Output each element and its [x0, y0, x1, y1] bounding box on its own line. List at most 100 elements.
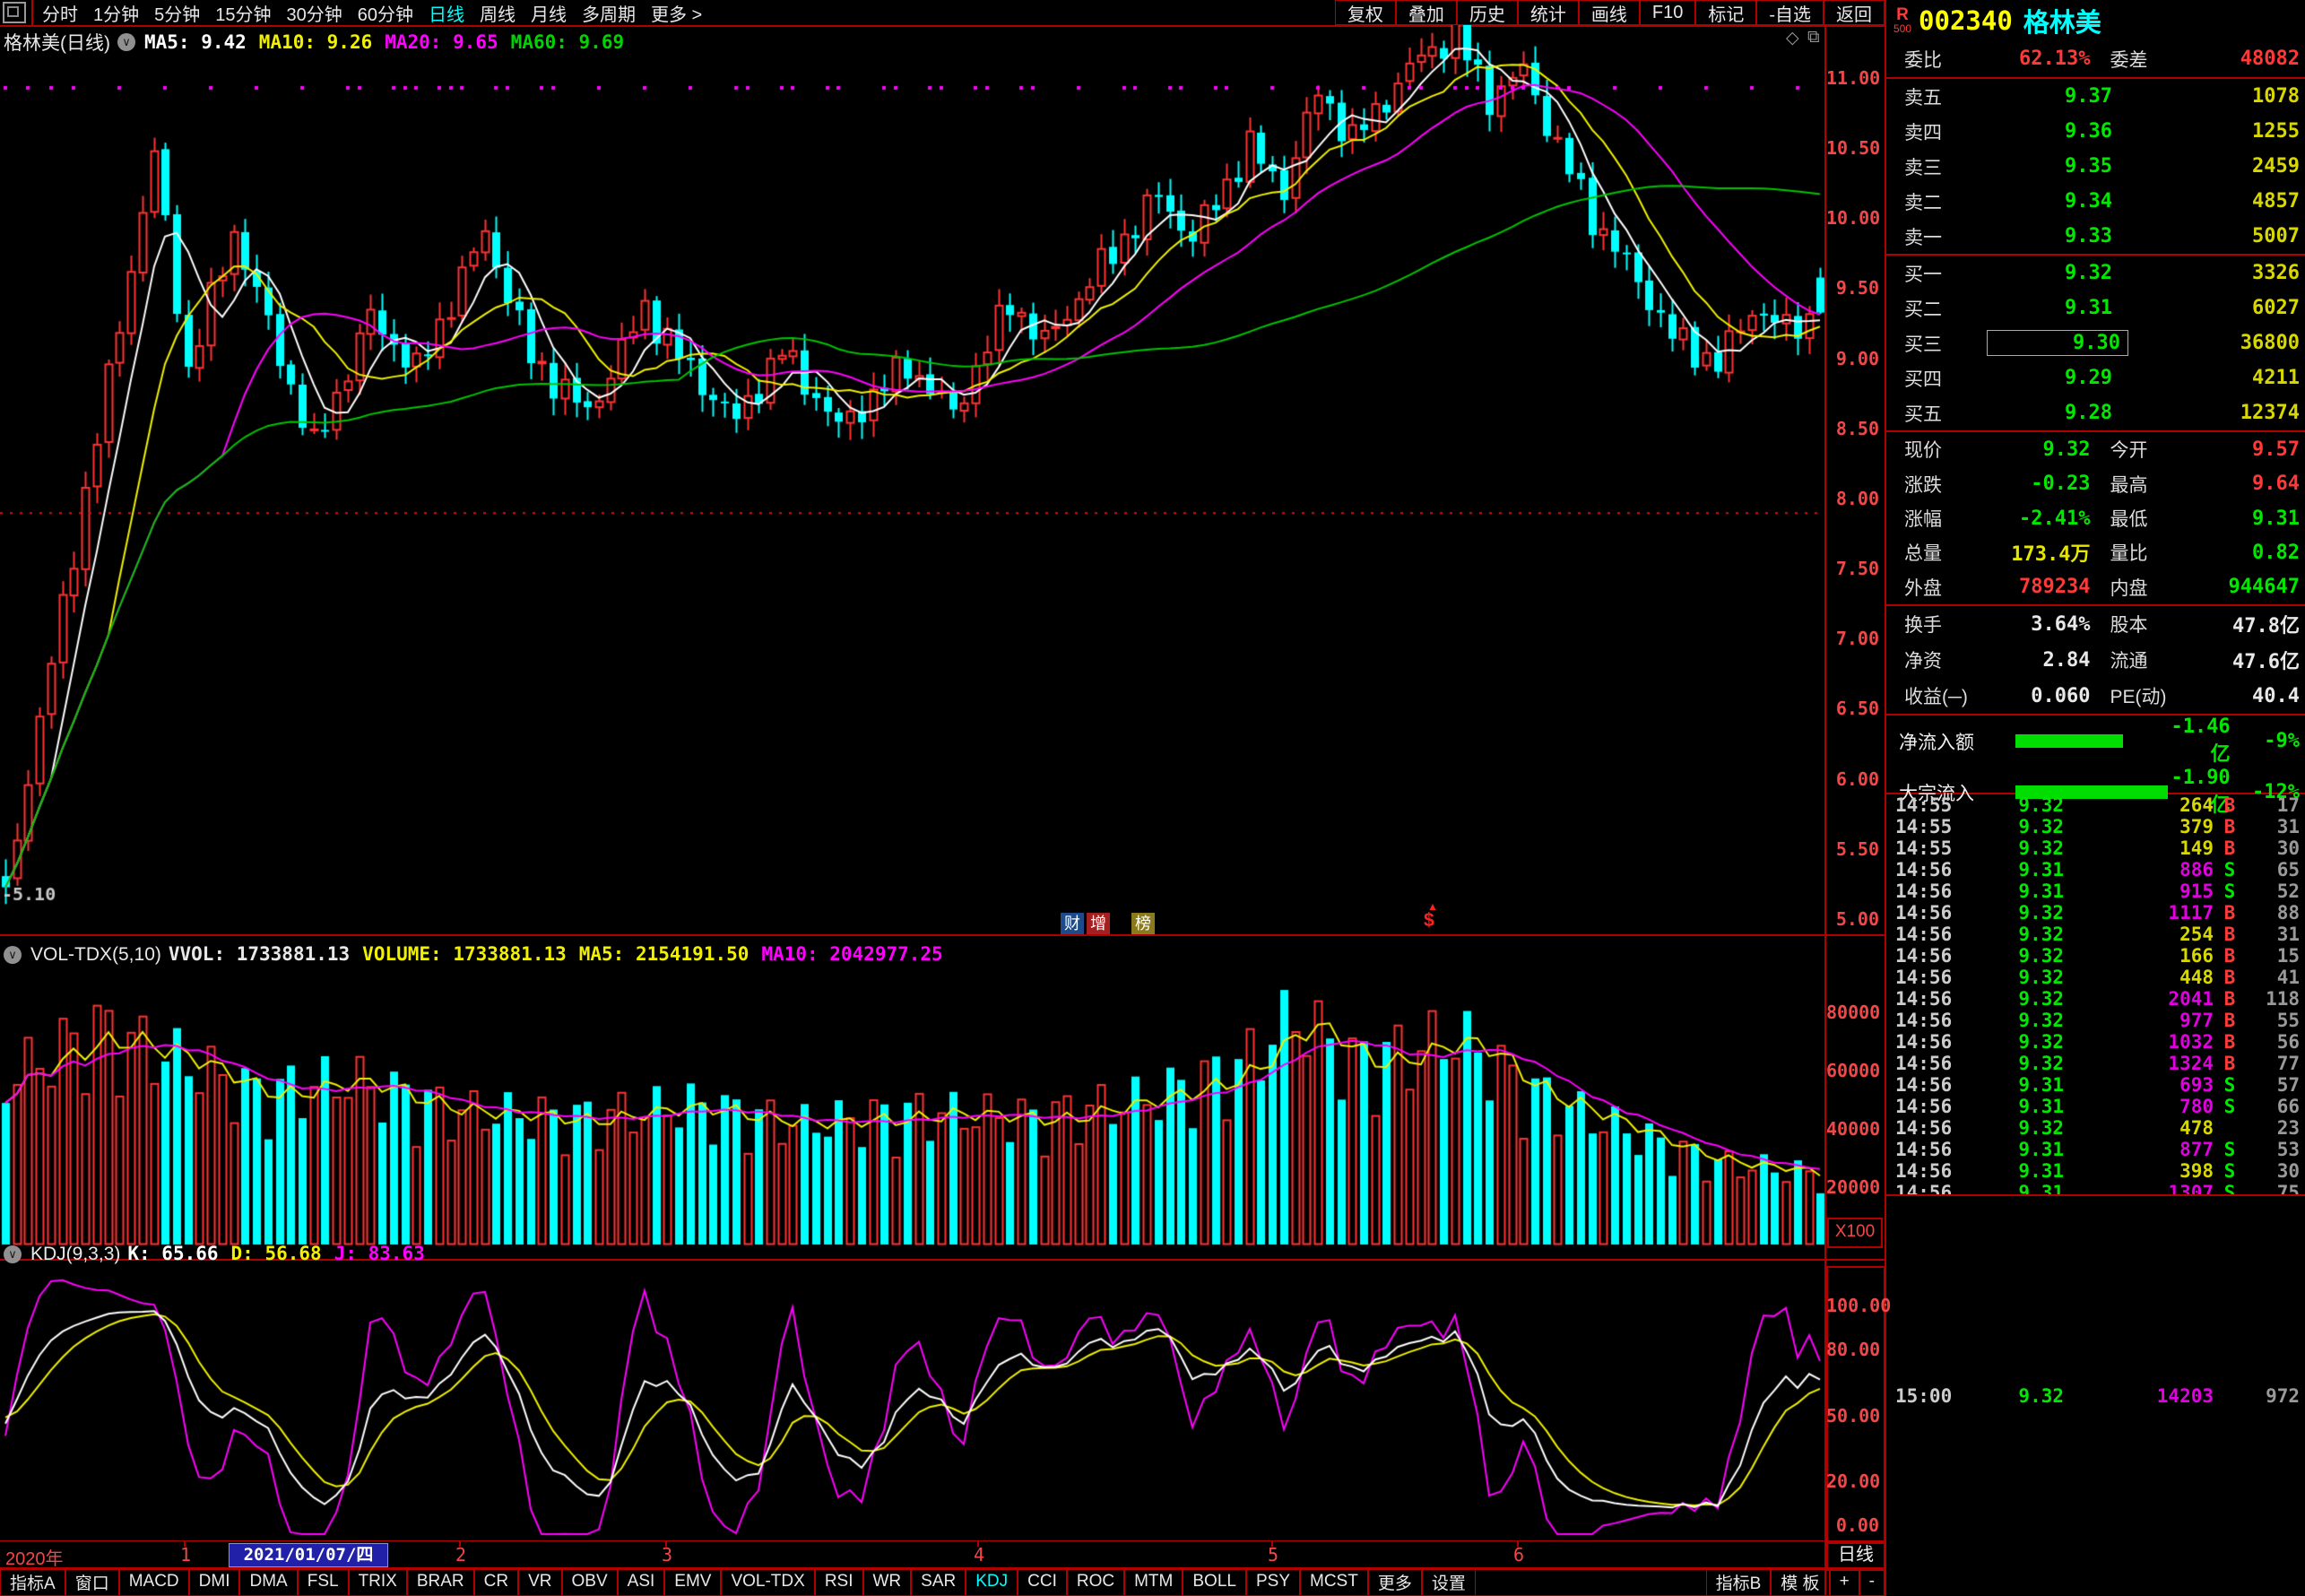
- period-tab[interactable]: 分时: [42, 0, 78, 26]
- selected-date[interactable]: 2021/01/07/四: [229, 1543, 388, 1567]
- ask-row[interactable]: 卖三9.352459: [1886, 149, 2305, 184]
- toolbar-spacer: [1476, 1567, 1706, 1596]
- indicator-button[interactable]: BRAR: [407, 1567, 474, 1596]
- period-tab[interactable]: 多周期: [582, 0, 636, 26]
- info-label: 最低: [2091, 505, 2197, 532]
- stock-header: R 500 002340 格林美: [1886, 0, 2305, 40]
- indicator-button[interactable]: BOLL: [1183, 1567, 1246, 1596]
- ask-row[interactable]: 卖五9.371078: [1886, 79, 2305, 114]
- x-axis-month: 4: [974, 1544, 984, 1566]
- indicator-button[interactable]: RSI: [815, 1567, 863, 1596]
- indicator-button[interactable]: CR: [474, 1567, 518, 1596]
- info-value: -2.41%: [1987, 507, 2091, 530]
- toolbar-actions: 复权叠加历史统计画线F10标记-自选返回: [1335, 0, 1885, 25]
- price-chart-canvas[interactable]: [0, 25, 1826, 936]
- indicator-button[interactable]: EMV: [664, 1567, 721, 1596]
- tick-row: 14:559.32264B17: [1886, 794, 2305, 816]
- ask-row[interactable]: 卖四9.361255: [1886, 114, 2305, 149]
- indicator-button[interactable]: ROC: [1067, 1567, 1124, 1596]
- bid-row[interactable]: 买五9.2812374: [1886, 395, 2305, 430]
- period-tab[interactable]: 5分钟: [154, 0, 200, 26]
- indicator-button[interactable]: DMI: [189, 1567, 240, 1596]
- indicator-button[interactable]: CCI: [1018, 1567, 1067, 1596]
- chevron-down-icon[interactable]: ∨: [117, 33, 135, 51]
- indicator-button[interactable]: PSY: [1246, 1567, 1300, 1596]
- indicator-button[interactable]: OBV: [562, 1567, 618, 1596]
- period-tab[interactable]: 月线: [531, 0, 567, 26]
- ask-row[interactable]: 卖二9.344857: [1886, 184, 2305, 219]
- toolbar-button[interactable]: -自选: [1756, 0, 1824, 25]
- tick-direction: S: [2214, 859, 2246, 880]
- tick-row: 14:559.32149B30: [1886, 837, 2305, 859]
- toolbar-button[interactable]: 返回: [1824, 0, 1885, 25]
- chevron-down-icon[interactable]: ∨: [4, 946, 22, 964]
- indicator-button[interactable]: MTM: [1124, 1567, 1183, 1596]
- info-label: 今开: [2091, 436, 2197, 463]
- toolbar-button[interactable]: 叠加: [1396, 0, 1457, 25]
- indicator-button[interactable]: 设置: [1422, 1567, 1476, 1596]
- bang-badge[interactable]: 榜: [1131, 913, 1155, 934]
- period-tab[interactable]: 30分钟: [287, 0, 342, 26]
- ma-label: MA10: 9.26: [259, 31, 372, 53]
- bid-row[interactable]: 买一9.323326: [1886, 256, 2305, 291]
- indicator-button[interactable]: VOL-TDX: [721, 1567, 814, 1596]
- indicator-button[interactable]: VR: [518, 1567, 561, 1596]
- kdj-chart-canvas[interactable]: [0, 1264, 1826, 1538]
- indicator-button[interactable]: FSL: [298, 1567, 349, 1596]
- bid-row[interactable]: 买四9.294211: [1886, 360, 2305, 395]
- stock-name: 格林美: [2023, 2, 2101, 39]
- toolbar-button[interactable]: 画线: [1579, 0, 1640, 25]
- tick-volume: 264: [2064, 794, 2214, 816]
- weicha-value: 48082: [2197, 48, 2301, 70]
- tick-row: 14:569.31915S52: [1886, 880, 2305, 902]
- indicator-button[interactable]: MCST: [1300, 1567, 1368, 1596]
- indicator-button[interactable]: WR: [863, 1567, 912, 1596]
- indicator-button[interactable]: -: [1859, 1567, 1885, 1596]
- bid-row[interactable]: 买三9.3036800: [1886, 325, 2305, 360]
- chevron-down-icon[interactable]: ∨: [4, 1245, 22, 1263]
- period-tab[interactable]: 周线: [480, 0, 516, 26]
- tick-volume: 254: [2064, 924, 2214, 945]
- toolbar-button[interactable]: F10: [1640, 0, 1695, 25]
- tick-count: 55: [2246, 1010, 2300, 1031]
- volume-label: VOLUME: 1733881.13: [362, 943, 567, 965]
- bid-row[interactable]: 买二9.316027: [1886, 291, 2305, 325]
- panel-icon[interactable]: ⧉: [1807, 28, 1820, 48]
- tick-volume: 915: [2064, 880, 2214, 902]
- window-icon[interactable]: [3, 2, 26, 23]
- indicator-button[interactable]: SAR: [911, 1567, 966, 1596]
- indicator-button[interactable]: ASI: [618, 1567, 665, 1596]
- toolbar-button[interactable]: 标记: [1695, 0, 1756, 25]
- indicator-button[interactable]: 模 板: [1771, 1567, 1829, 1596]
- period-tab[interactable]: 60分钟: [358, 0, 413, 26]
- indicator-button[interactable]: 更多: [1368, 1567, 1422, 1596]
- cai-badge[interactable]: 财: [1061, 913, 1084, 934]
- app-root: 分时 1分钟 5分钟 15分钟 30分钟 60分钟日线周线月线多周期更多 > 复权叠加历史…: [0, 0, 2305, 1596]
- indicator-button[interactable]: MACD: [119, 1567, 189, 1596]
- period-tab[interactable]: 15分钟: [215, 0, 271, 26]
- diamond-icon[interactable]: ◇: [1786, 28, 1799, 48]
- info-value: 9.32: [1987, 438, 2091, 461]
- weibi-row: 委比 62.13% 委差 48082: [1886, 40, 2305, 79]
- tick-count: 23: [2246, 1117, 2300, 1139]
- period-tab[interactable]: 更多 >: [651, 0, 702, 26]
- period-tab[interactable]: 1分钟: [93, 0, 139, 26]
- ask-row[interactable]: 卖一9.335007: [1886, 219, 2305, 254]
- tick-count: 31: [2246, 924, 2300, 945]
- volume-chart-canvas[interactable]: [0, 936, 1826, 1260]
- indicator-button[interactable]: 窗口: [65, 1567, 119, 1596]
- indicator-button[interactable]: KDJ: [966, 1567, 1018, 1596]
- period-tab[interactable]: 日线: [429, 0, 464, 26]
- order-level-label: 买一: [1904, 260, 1987, 287]
- indicator-button[interactable]: DMA: [239, 1567, 297, 1596]
- indicator-button[interactable]: +: [1830, 1567, 1859, 1596]
- indicator-button[interactable]: 指标A: [0, 1567, 65, 1596]
- toolbar-button[interactable]: 历史: [1457, 0, 1518, 25]
- tick-time: 14:56: [1895, 1053, 1974, 1074]
- tick-count: 56: [2246, 1031, 2300, 1053]
- indicator-button[interactable]: 指标B: [1706, 1567, 1772, 1596]
- indicator-button[interactable]: TRIX: [349, 1567, 407, 1596]
- toolbar-button[interactable]: 复权: [1335, 0, 1396, 25]
- zeng-badge[interactable]: 增: [1087, 913, 1110, 934]
- toolbar-button[interactable]: 统计: [1518, 0, 1579, 25]
